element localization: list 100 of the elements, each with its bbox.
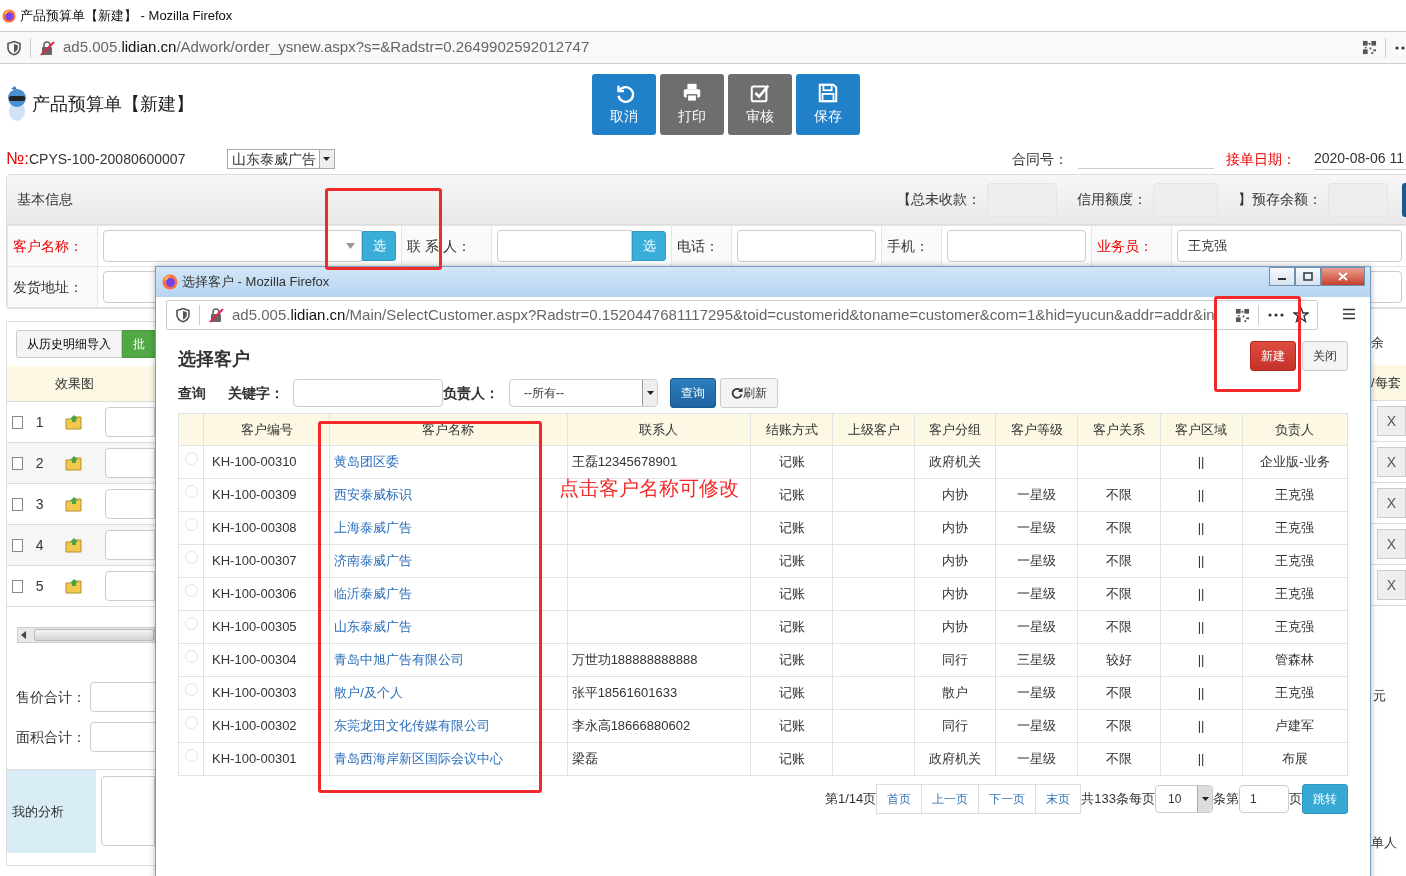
field-label: 联 系 人： <box>407 237 471 254</box>
input-field[interactable] <box>104 571 155 601</box>
qr-code-icon[interactable] <box>1235 307 1250 323</box>
review-button[interactable]: 审核 <box>728 73 792 135</box>
column-header: /每套 <box>1371 373 1401 392</box>
input-field[interactable] <box>90 722 155 752</box>
radio-button[interactable] <box>184 551 198 565</box>
column-header: 效果图 <box>55 374 94 393</box>
table-cell: || <box>1160 445 1243 479</box>
pagination-link[interactable]: 上一页 <box>922 784 980 814</box>
field-label: 发货地址： <box>13 278 83 295</box>
radio-button[interactable] <box>184 650 198 664</box>
input-field[interactable] <box>104 530 155 560</box>
close-dialog-button[interactable]: 关闭 <box>1302 341 1348 371</box>
firefox-icon <box>2 8 16 23</box>
analysis-field[interactable] <box>100 776 155 846</box>
row-checkbox[interactable] <box>12 538 23 552</box>
table-cell: 王克强 <box>1242 577 1348 611</box>
table-cell: 记账 <box>750 445 833 479</box>
radio-button[interactable] <box>184 716 198 730</box>
column-header: 联系人 <box>567 413 751 446</box>
row-checkbox[interactable] <box>12 497 23 511</box>
company-select[interactable]: 山东泰威广告 <box>226 149 335 169</box>
table-cell: KH-100-00307 <box>203 544 330 578</box>
qr-code-icon[interactable] <box>1362 40 1377 55</box>
input-field[interactable] <box>497 230 632 262</box>
customer-name-link[interactable]: 临沂泰威广告 <box>334 586 413 602</box>
owner-select[interactable]: --所有-- <box>509 379 658 407</box>
table-cell: 较好 <box>1077 643 1161 677</box>
cancel-button[interactable]: 取消 <box>592 73 656 135</box>
radio-button[interactable] <box>184 518 198 532</box>
combo-field[interactable] <box>103 230 362 262</box>
table-cell: 一星级 <box>995 544 1078 578</box>
customer-name-link[interactable]: 散户/及个人 <box>334 685 403 701</box>
contract-label: 合同号： <box>1011 149 1068 169</box>
shield-icon <box>6 39 22 56</box>
date-label: 接单日期： <box>1225 149 1296 169</box>
customer-name-link[interactable]: 济南泰威广告 <box>334 553 413 569</box>
table-cell: 一星级 <box>995 511 1078 545</box>
page-number-field[interactable]: 1 <box>1239 785 1289 813</box>
pagination-link[interactable]: 末页 <box>1036 784 1082 814</box>
menu-icon[interactable] <box>1342 307 1356 320</box>
input-field[interactable] <box>104 407 155 437</box>
import-button[interactable]: 从历史明细导入 <box>16 330 122 358</box>
remove-button[interactable]: X <box>1377 488 1406 518</box>
minimize-button[interactable] <box>1269 267 1295 286</box>
column-header: 负责人 <box>1242 413 1348 446</box>
radio-button[interactable] <box>184 749 198 763</box>
refresh-button[interactable]: 刷新 <box>720 378 778 408</box>
input-field[interactable] <box>947 230 1086 262</box>
new-button[interactable]: 新建 <box>1250 341 1296 371</box>
customer-name-link[interactable]: 山东泰威广告 <box>334 619 413 635</box>
input-field[interactable] <box>104 448 155 478</box>
column-header: 客户关系 <box>1077 413 1161 446</box>
table-cell: 张平18561601633 <box>567 676 751 710</box>
row-checkbox[interactable] <box>12 456 23 470</box>
close-icon <box>1338 272 1348 281</box>
customer-name-link[interactable]: 西安泰威标识 <box>334 487 413 503</box>
radio-button[interactable] <box>184 683 198 697</box>
bookmark-star-icon[interactable] <box>1293 307 1309 323</box>
table-cell: 王克强 <box>1242 511 1348 545</box>
table-cell: 政府机关 <box>914 742 996 776</box>
tab-fragment[interactable]: 余 <box>1371 333 1384 353</box>
input-field[interactable] <box>90 682 155 712</box>
pagination-link[interactable]: 首页 <box>876 784 923 814</box>
more-icon[interactable] <box>1267 311 1285 319</box>
batch-button[interactable]: 批 <box>122 330 155 358</box>
pagination-link[interactable]: 下一页 <box>979 784 1037 814</box>
remove-button[interactable]: X <box>1377 447 1406 477</box>
radio-button[interactable] <box>184 584 198 598</box>
page-size-select[interactable]: 10 <box>1155 785 1213 813</box>
keyword-field[interactable] <box>293 379 443 407</box>
window-title: 选择客户 - Mozilla Firefox <box>182 273 330 292</box>
print-button[interactable]: 打印 <box>660 73 724 135</box>
table-cell: 内协 <box>914 610 996 644</box>
table-cell: || <box>1160 643 1243 677</box>
input-field[interactable]: 王克强 <box>1177 230 1402 262</box>
horizontal-scrollbar[interactable] <box>17 627 155 643</box>
input-field[interactable] <box>104 489 155 519</box>
customer-name-link[interactable]: 上海泰威广告 <box>334 520 413 536</box>
remove-button[interactable]: X <box>1377 529 1406 559</box>
search-button[interactable]: 查询 <box>670 378 716 408</box>
radio-button[interactable] <box>184 617 198 631</box>
table-cell: || <box>1160 709 1243 743</box>
radio-button[interactable] <box>184 452 198 466</box>
dialog-heading: 选择客户 <box>178 347 250 371</box>
maximize-button[interactable] <box>1295 267 1321 286</box>
remove-button[interactable]: X <box>1377 406 1406 436</box>
row-checkbox[interactable] <box>12 415 23 429</box>
row-checkbox[interactable] <box>12 579 23 593</box>
page-title: 产品预算单【新建】 <box>32 92 194 116</box>
summary-label: 信用额度： <box>1077 190 1147 209</box>
owner-label: 负责人： <box>443 383 500 403</box>
table-cell: 王克强 <box>1242 544 1348 578</box>
input-field[interactable] <box>737 230 876 262</box>
close-button[interactable] <box>1321 267 1365 286</box>
save-button[interactable]: 保存 <box>796 73 860 135</box>
radio-button[interactable] <box>184 485 198 499</box>
remove-button[interactable]: X <box>1377 570 1406 600</box>
customer-name-link[interactable]: 黄岛团区委 <box>334 454 400 470</box>
